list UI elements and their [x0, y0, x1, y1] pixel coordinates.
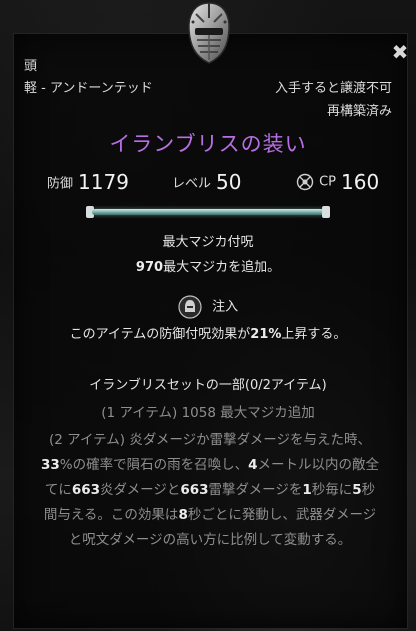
- stats-row: 防御 1179 レベル 50 CP 160: [0, 170, 416, 196]
- set-bonus-2: (2 アイテム) 炎ダメージか雷撃ダメージを与えた時、 33%の確率で隕石の雨を召…: [40, 428, 380, 553]
- cp-value: 160: [341, 170, 380, 194]
- trait-desc-post: 上昇する。: [281, 327, 347, 342]
- champion-point-icon: [296, 173, 314, 191]
- set-bonus-2-text-6: 秒毎に: [311, 482, 353, 498]
- trait-header: 注入: [0, 295, 416, 319]
- item-slot: 頭: [24, 59, 38, 74]
- cp-stat: CP 160: [296, 170, 379, 194]
- armor-value: 1179: [78, 170, 129, 194]
- helmet-icon: [188, 2, 230, 64]
- set-bonus-2-value-3: 663: [71, 482, 101, 498]
- trait-description: このアイテムの防御付呪効果が21%上昇する。: [0, 323, 416, 342]
- trait-desc-value: 21%: [250, 327, 282, 342]
- set-title: イランブリスセットの一部(0/2アイテム): [89, 378, 327, 393]
- item-name: イランブリスの装い: [109, 132, 307, 156]
- enchantment-title: 最大マジカ付呪: [162, 235, 254, 250]
- cp-label: CP: [319, 174, 337, 190]
- retrait-status: 再構築済み: [326, 104, 392, 119]
- enchantment-value: 970: [135, 260, 164, 275]
- item-weight-type: 軽 - アンドーンテッド: [24, 81, 153, 96]
- set-bonus-2-text-1: (2 アイテム) 炎ダメージか雷撃ダメージを与えた時、: [48, 432, 371, 448]
- set-bonus-2-text-5: 雷撃ダメージを: [208, 482, 303, 498]
- set-bonus-2-value-6: 5: [352, 482, 362, 498]
- enchant-charge-bar: [92, 209, 324, 215]
- armor-label: 防御: [47, 176, 74, 192]
- infused-trait-icon: [178, 295, 202, 319]
- set-bonus-2-value-1: 33: [40, 457, 60, 473]
- set-bonus-1: (1 アイテム) 1058 最大マジカ追加: [101, 405, 315, 421]
- level-value: 50: [216, 170, 242, 194]
- set-bonus-2-text-2: %の確率で隕石の雨を召喚し、: [59, 457, 249, 473]
- enchantment-description: 970最大マジカを追加。: [0, 256, 416, 275]
- enchantment-desc-text: 最大マジカを追加。: [163, 260, 281, 275]
- set-bonus-2-value-4: 663: [180, 482, 209, 498]
- level-stat: レベル 50: [172, 170, 241, 194]
- trait-desc-pre: このアイテムの防御付呪効果が: [69, 327, 251, 342]
- level-label: レベル: [172, 176, 212, 192]
- set-bonus-2-value-5: 1: [302, 482, 312, 498]
- bind-status: 入手すると譲渡不可: [274, 81, 392, 96]
- trait-name: 注入: [212, 299, 239, 315]
- charge-bar-right-cap: [322, 206, 330, 218]
- set-bonus-2-value-7: 8: [178, 507, 188, 523]
- close-icon[interactable]: ✖: [390, 42, 410, 62]
- armor-stat: 防御 1179: [47, 170, 129, 194]
- set-bonus-2-text-4: 炎ダメージと: [100, 482, 181, 498]
- set-bonus-2-value-2: 4: [248, 457, 258, 473]
